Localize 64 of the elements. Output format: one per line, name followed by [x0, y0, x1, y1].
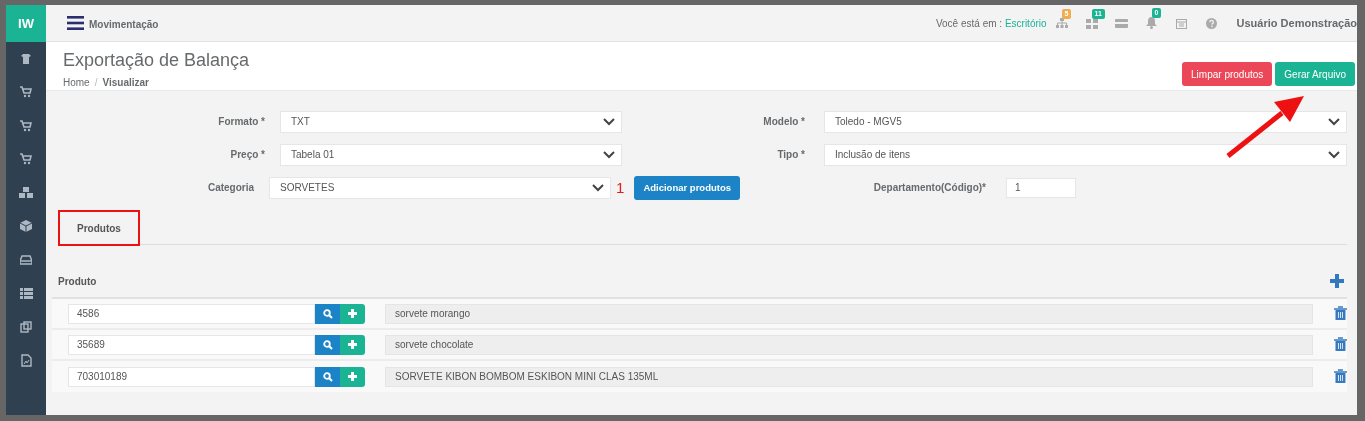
menu-title: Movimentação	[89, 19, 159, 30]
shirt-icon[interactable]	[20, 52, 32, 65]
field-label: Formato *	[217, 116, 265, 127]
add-button[interactable]	[340, 334, 365, 355]
type-select[interactable]: Inclusão de itens	[824, 143, 1347, 166]
tray-icon[interactable]	[20, 254, 32, 265]
plus-icon	[348, 309, 357, 318]
search-button[interactable]	[315, 366, 340, 387]
search-button[interactable]	[315, 334, 340, 355]
add-icon[interactable]	[1330, 274, 1344, 288]
add-button[interactable]	[340, 366, 365, 387]
format-select[interactable]: TXT	[280, 110, 622, 133]
field-label: Tipo *	[776, 149, 805, 160]
add-products-button[interactable]: Adicionar produtos	[634, 175, 740, 200]
product-code-field[interactable]: 4586	[68, 303, 315, 324]
trash-icon[interactable]	[1334, 337, 1347, 352]
grid-icon[interactable]	[1085, 17, 1098, 29]
boxes-icon[interactable]	[19, 186, 33, 199]
search-icon	[322, 371, 333, 382]
trash-icon[interactable]	[1334, 369, 1347, 384]
column-header: Produto	[58, 275, 97, 287]
cart-icon[interactable]	[20, 153, 32, 166]
breadcrumb-separator: /	[94, 77, 98, 88]
chevron-down-icon	[603, 150, 615, 159]
user-name[interactable]: Usuário Demonstração	[1236, 17, 1357, 29]
search-button[interactable]	[315, 303, 340, 324]
cart-icon[interactable]	[20, 86, 32, 99]
file-icon[interactable]	[20, 353, 32, 367]
copy-icon[interactable]	[20, 320, 32, 333]
page-title: Exportação de Balança	[63, 50, 251, 71]
product-description-field: sorvete chocolate	[385, 334, 1314, 355]
category-select[interactable]: SORVETES	[269, 176, 612, 199]
cart-icon[interactable]	[20, 119, 32, 132]
chevron-down-icon	[1328, 150, 1340, 159]
search-icon	[322, 339, 333, 350]
field-label: Modelo *	[762, 116, 805, 127]
field-label: Categoria	[206, 182, 255, 193]
annotation-number: 1	[616, 179, 625, 196]
bell-icon[interactable]	[1146, 17, 1158, 29]
breadcrumb-item[interactable]: Home	[63, 77, 90, 88]
product-description-field: sorvete morango	[385, 303, 1314, 324]
chevron-down-icon	[1328, 117, 1340, 126]
chevron-down-icon	[592, 183, 605, 192]
product-code-field[interactable]: 35689	[68, 334, 315, 355]
list-icon[interactable]	[19, 287, 33, 299]
search-icon	[322, 308, 333, 319]
field-label: Preço *	[229, 149, 265, 160]
location-text: Você está em : Escritório	[935, 17, 1047, 29]
chevron-down-icon	[603, 117, 615, 126]
plus-icon	[348, 340, 357, 349]
field-label: Departamento(Código)*	[872, 182, 986, 193]
products-tab[interactable]: Produtos	[58, 210, 140, 246]
plus-icon	[348, 372, 357, 381]
clear-products-button[interactable]: Limpar produtos	[1182, 62, 1273, 86]
trash-icon[interactable]	[1334, 306, 1347, 321]
breadcrumb-item: Visualizar	[102, 77, 149, 88]
cube-icon[interactable]	[20, 220, 32, 233]
model-select[interactable]: Toledo - MGV5	[824, 110, 1347, 133]
price-select[interactable]: Tabela 01	[280, 143, 622, 166]
add-button[interactable]	[340, 303, 365, 324]
product-description-field: SORVETE KIBON BOMBOM ESKIBON MINI CLAS 135ML	[385, 366, 1314, 387]
department-code-field[interactable]: 1	[1006, 177, 1076, 198]
menu-icon[interactable]	[67, 16, 84, 30]
product-code-field[interactable]: 703010189	[68, 366, 315, 387]
